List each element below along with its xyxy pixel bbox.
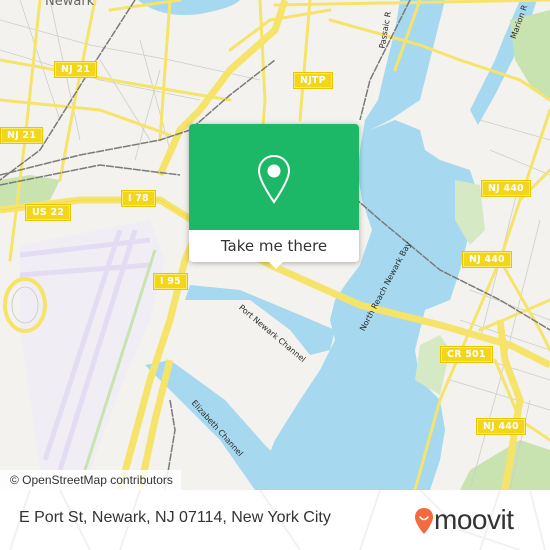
- footer-bar: E Port St, Newark, NJ 07114, New York Ci…: [0, 490, 550, 550]
- road-shield-nj440: NJ 440: [477, 419, 525, 434]
- road-shield-us22: US 22: [26, 205, 71, 220]
- airport-area: [20, 220, 165, 470]
- moovit-pin-icon: [415, 508, 433, 534]
- road-shield-cr501: CR 501: [441, 347, 492, 362]
- road-shield-nj440: NJ 440: [482, 181, 530, 196]
- passaic-river-north: [138, 0, 240, 16]
- popup-pointer: [267, 260, 285, 269]
- road-shield-nj21: NJ 21: [55, 62, 97, 77]
- place-label-newark: Newark: [45, 0, 95, 9]
- map-pin-icon: [257, 154, 291, 204]
- map-view[interactable]: Newark NJ 21 NJ 21 NJTP US 22 I 78 I 95 …: [0, 0, 550, 490]
- take-me-there-button[interactable]: Take me there: [189, 230, 359, 262]
- road-shield-njtp: NJTP: [294, 73, 332, 88]
- moovit-logo[interactable]: moovit: [414, 503, 539, 539]
- map-attribution[interactable]: © OpenStreetMap contributors: [0, 470, 181, 490]
- road-shield-nj440: NJ 440: [463, 252, 511, 267]
- road-shield-nj21: NJ 21: [1, 128, 43, 143]
- popup-header: [189, 124, 359, 230]
- location-popup[interactable]: Take me there: [189, 124, 359, 269]
- moovit-wordmark: moovit: [434, 504, 514, 535]
- road-shield-i95: I 95: [154, 274, 187, 289]
- road-shield-i78: I 78: [122, 191, 155, 206]
- address-text: E Port St, Newark, NJ 07114, New York Ci…: [19, 509, 331, 526]
